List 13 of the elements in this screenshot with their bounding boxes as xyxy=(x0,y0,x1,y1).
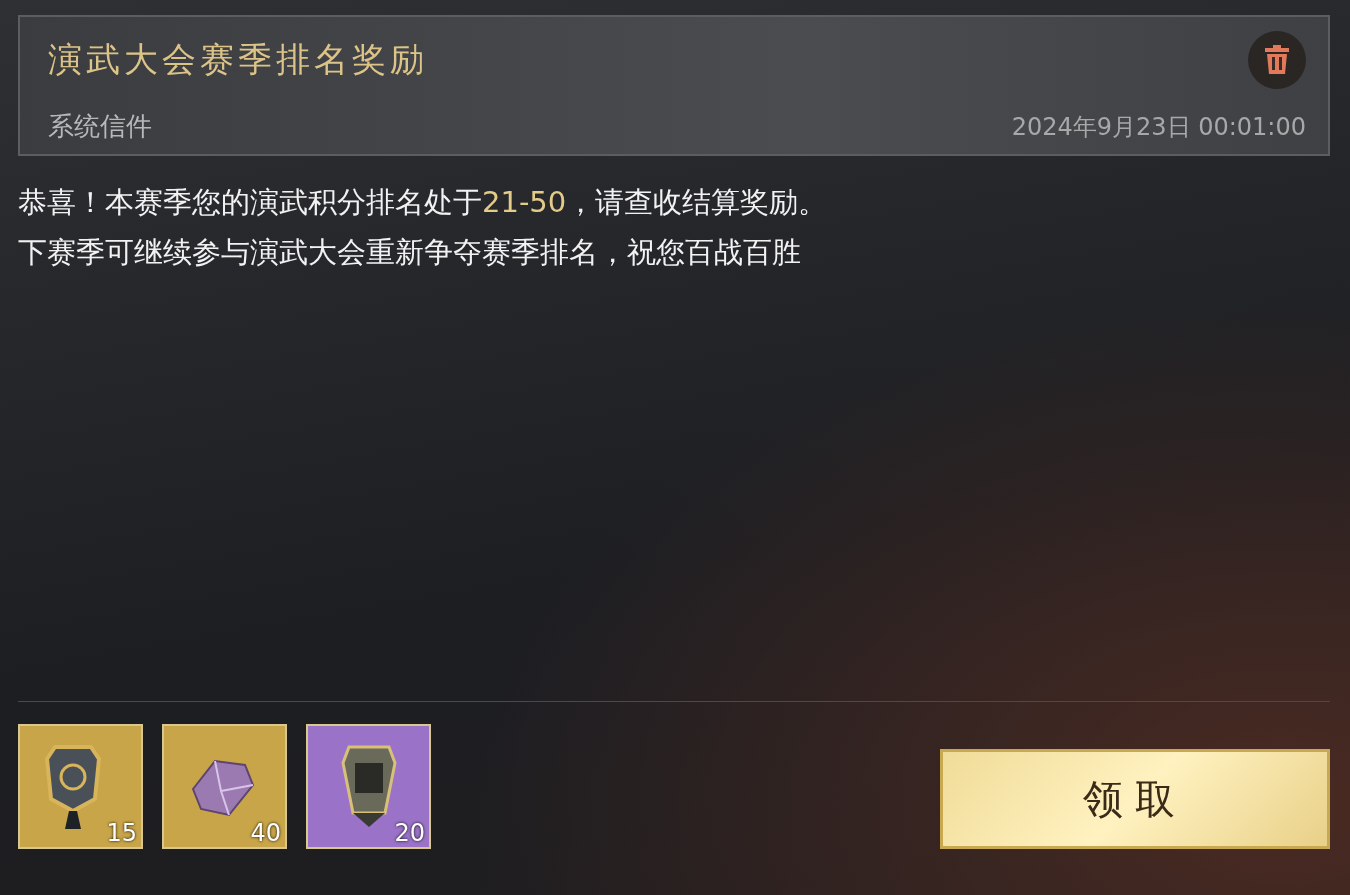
message-text: 下赛季可继续参与演武大会重新争夺赛季排名，祝您百战百胜 xyxy=(18,234,802,270)
mail-title: 演武大会赛季排名奖励 xyxy=(48,38,428,81)
mail-sender: 系统信件 xyxy=(48,110,152,143)
claim-button[interactable]: 领取 xyxy=(940,749,1330,849)
reward-item[interactable]: 40 xyxy=(162,724,287,849)
reward-item[interactable]: 20 xyxy=(306,724,431,849)
mail-date: 2024年9月23日 00:01:00 xyxy=(1011,111,1306,143)
item-count: 40 xyxy=(250,819,281,847)
trash-icon xyxy=(1264,45,1290,75)
item-count: 20 xyxy=(394,819,425,847)
item-count: 15 xyxy=(106,819,137,847)
message-text: 恭喜！本赛季您的演武积分排名处于21-50，请查收结算奖励。 xyxy=(18,184,829,220)
reward-item[interactable]: 15 xyxy=(18,724,143,849)
